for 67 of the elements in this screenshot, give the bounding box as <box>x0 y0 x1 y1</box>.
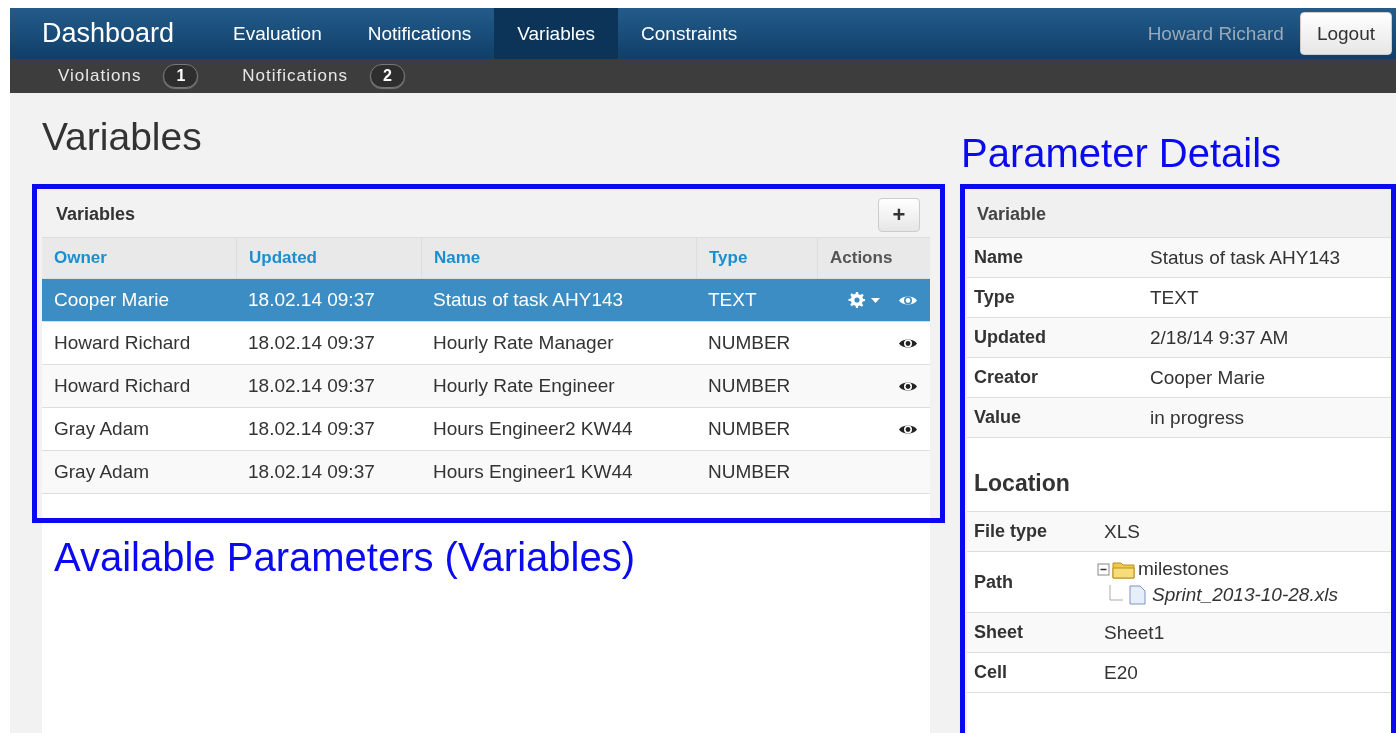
table-row[interactable]: Gray Adam 18.02.14 09:37 Hours Engineer1 KW44 NUMBER <box>42 451 930 494</box>
page-title: Variables <box>42 115 203 160</box>
table-row[interactable]: Howard Richard 18.02.14 09:37 Hourly Rate Engineer NUMBER <box>42 365 930 408</box>
panel-title: Variables <box>56 204 136 225</box>
table-cell-text: Hours Engineer2 KW44 <box>432 417 634 441</box>
field-label: Name <box>973 246 1025 269</box>
table-cell-text: Gray Adam <box>53 460 151 484</box>
table-cell-text: Gray Adam <box>53 417 151 441</box>
tree-item[interactable]: milestones <box>1138 558 1229 580</box>
folder-icon <box>1112 559 1136 579</box>
table-cell-text: 18.02.14 09:37 <box>247 460 376 484</box>
gear-icon[interactable] <box>848 292 882 308</box>
table-cell-text: Cooper Marie <box>53 288 171 312</box>
table-cell-text: Hours Engineer1 KW44 <box>432 460 634 484</box>
nav-tab[interactable]: Constraints <box>618 8 761 60</box>
table-cell-text: Howard Richard <box>53 331 192 355</box>
table-cell-text: NUMBER <box>707 374 792 398</box>
file-icon <box>1129 585 1146 605</box>
field-label: Type <box>973 286 1016 309</box>
field-label: Cell <box>973 661 1008 684</box>
field-value: in progress <box>1149 405 1245 430</box>
table-cell-text: NUMBER <box>707 460 792 484</box>
nav-tab[interactable]: Notifications <box>344 8 495 60</box>
eye-icon[interactable] <box>898 422 918 436</box>
count-badge: 1 <box>163 64 199 89</box>
user-name: Howard Richard <box>1147 21 1284 46</box>
field-label: File type <box>973 520 1049 543</box>
field-label: Path <box>973 570 1014 594</box>
table-cell-text: NUMBER <box>707 331 792 355</box>
panel-header: Variable <box>967 192 1392 238</box>
tree-item[interactable]: Sprint_2013-10-28.xls <box>1152 584 1338 606</box>
subnav-link[interactable]: Violations <box>58 66 142 87</box>
logout-button[interactable]: Logout <box>1299 12 1392 56</box>
nav-tab[interactable]: Variables <box>494 8 619 60</box>
field-value: E20 <box>1103 660 1139 685</box>
annotation-label: Parameter Details <box>961 131 1282 176</box>
field-value: Sheet1 <box>1103 620 1166 645</box>
field-value: Cooper Marie <box>1149 365 1267 390</box>
field-label: Value <box>973 406 1023 429</box>
field-value: 2/18/14 9:37 AM <box>1149 325 1290 350</box>
subnav-link[interactable]: Notifications <box>242 66 348 87</box>
table-cell-text: Howard Richard <box>53 374 192 398</box>
field-label: Creator <box>973 366 1040 389</box>
field-value: Status of task AHY143 <box>1149 245 1342 270</box>
brand-title[interactable]: Dashboard <box>10 8 210 60</box>
table-cell-text: Status of task AHY143 <box>432 288 625 312</box>
column-header: Actions <box>817 238 930 278</box>
table-cell-text: TEXT <box>707 288 758 312</box>
table-cell-text: Hourly Rate Engineer <box>432 374 616 398</box>
add-button[interactable]: + <box>878 197 920 232</box>
nav-tab[interactable]: Evaluation <box>210 8 345 60</box>
table-cell-text: 18.02.14 09:37 <box>247 288 376 312</box>
table-cell-text: 18.02.14 09:37 <box>247 331 376 355</box>
field-value: TEXT <box>1149 285 1200 310</box>
selected-row[interactable]: Cooper Marie 18.02.14 09:37 Status of task AHY143 TEXT <box>42 279 930 322</box>
field-value: XLS <box>1103 519 1141 544</box>
count-badge: 2 <box>369 64 405 89</box>
collapse-icon[interactable] <box>1097 562 1110 576</box>
field-label: Sheet <box>973 621 1025 644</box>
table-cell-text: 18.02.14 09:37 <box>247 374 376 398</box>
table-cell-text: 18.02.14 09:37 <box>247 417 376 441</box>
annotation-label: Available Parameters (Variables) <box>54 535 635 580</box>
field-label: Updated <box>973 326 1047 349</box>
table-cell-text: NUMBER <box>707 417 792 441</box>
table-cell-text: Hourly Rate Manager <box>432 331 615 355</box>
eye-icon[interactable] <box>898 336 918 350</box>
eye-icon[interactable] <box>898 379 918 393</box>
